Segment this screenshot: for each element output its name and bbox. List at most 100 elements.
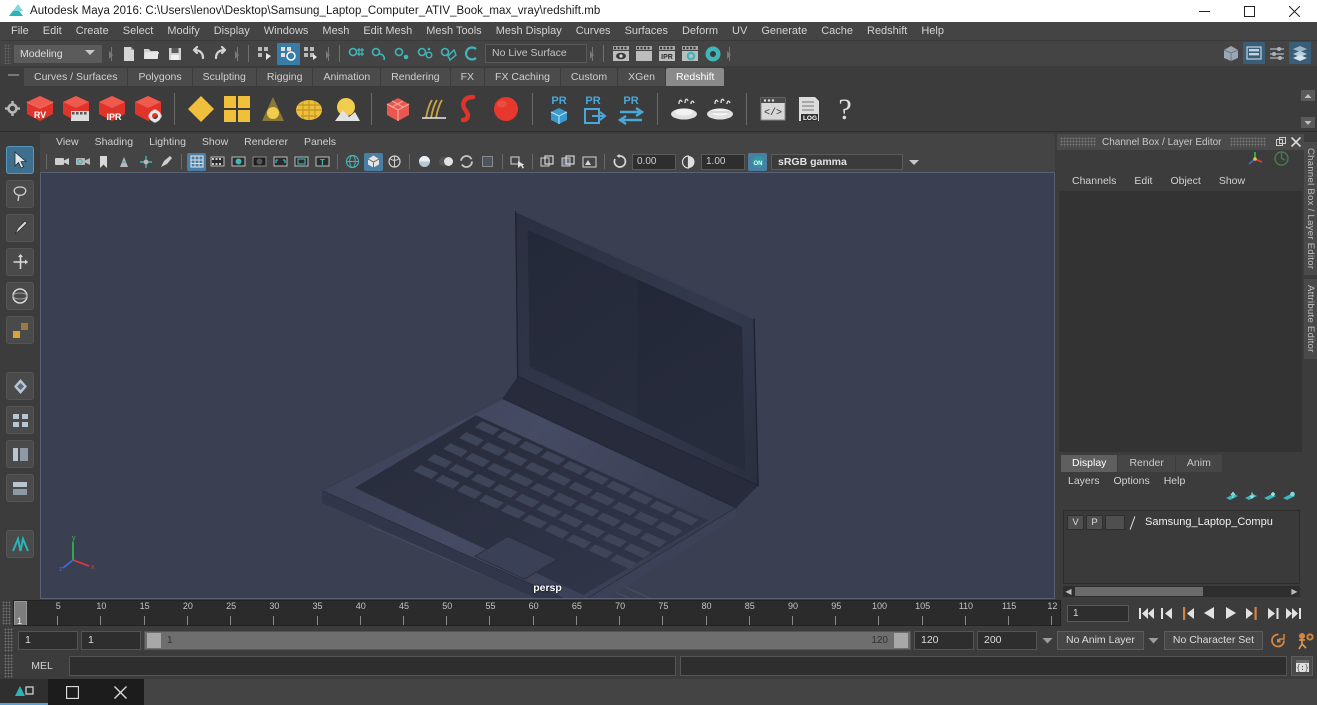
redshift-light-icon[interactable] bbox=[255, 89, 291, 129]
layer-type-toggle[interactable] bbox=[1105, 514, 1125, 530]
menu-surfaces[interactable]: Surfaces bbox=[618, 22, 675, 41]
shelf-tab-fx-caching[interactable]: FX Caching bbox=[485, 68, 560, 86]
menu-mesh[interactable]: Mesh bbox=[315, 22, 356, 41]
redshift-render-view-icon[interactable]: RV bbox=[22, 89, 58, 129]
playback-start-time-field[interactable]: 1 bbox=[81, 630, 141, 650]
menu-cache[interactable]: Cache bbox=[814, 22, 860, 41]
redshift-script-editor-icon[interactable]: </> bbox=[755, 89, 791, 129]
view-transform-dropdown-icon[interactable] bbox=[903, 154, 925, 170]
character-set-field[interactable]: No Character Set bbox=[1163, 630, 1263, 650]
menu-mesh-display[interactable]: Mesh Display bbox=[489, 22, 569, 41]
gamma-value[interactable]: 1.00 bbox=[701, 153, 745, 170]
layer-name[interactable]: Samsung_Laptop_Compu bbox=[1142, 516, 1296, 528]
anim-layer-field[interactable]: No Anim Layer bbox=[1057, 630, 1144, 650]
vtab-channel-box-layer-editor[interactable]: Channel Box / Layer Editor bbox=[1304, 142, 1317, 276]
channel-box-menu-edit[interactable]: Edit bbox=[1125, 172, 1161, 191]
play-backwards-icon[interactable] bbox=[1199, 603, 1219, 623]
undo-icon[interactable] bbox=[186, 43, 209, 65]
redshift-bake-icon[interactable] bbox=[666, 89, 702, 129]
shelf-tab-rendering[interactable]: Rendering bbox=[381, 68, 450, 86]
maya-embedded-language-icon[interactable] bbox=[6, 530, 34, 558]
rotate-tool[interactable] bbox=[6, 282, 34, 310]
animation-preferences-icon[interactable] bbox=[1293, 629, 1317, 651]
channel-box-menu-object[interactable]: Object bbox=[1161, 172, 1209, 191]
play-forwards-icon[interactable] bbox=[1220, 603, 1240, 623]
shelf-tab-rigging[interactable]: Rigging bbox=[256, 68, 313, 86]
layer-menu-help[interactable]: Help bbox=[1157, 472, 1193, 490]
script-editor-icon[interactable]: {:} bbox=[1291, 656, 1313, 676]
safe-action-icon[interactable] bbox=[292, 153, 311, 171]
select-tool[interactable] bbox=[6, 146, 34, 174]
redshift-pr-object-icon[interactable]: PR bbox=[541, 89, 577, 129]
shelf-tab-redshift[interactable]: Redshift bbox=[665, 68, 725, 86]
scale-tool[interactable] bbox=[6, 316, 34, 344]
channel-box-menu-show[interactable]: Show bbox=[1210, 172, 1254, 191]
scroll-left-icon[interactable]: ◀ bbox=[1063, 586, 1074, 597]
redshift-dome-light-icon[interactable] bbox=[291, 89, 327, 129]
range-bar-left-handle[interactable] bbox=[147, 632, 161, 648]
step-forward-key-icon[interactable] bbox=[1241, 603, 1261, 623]
step-forward-frame-icon[interactable] bbox=[1262, 603, 1282, 623]
menu-edit-mesh[interactable]: Edit Mesh bbox=[356, 22, 419, 41]
menu-modify[interactable]: Modify bbox=[160, 22, 206, 41]
use-all-lights-icon[interactable] bbox=[415, 153, 434, 171]
show-hide-channel-box-icon[interactable] bbox=[1289, 42, 1311, 64]
shelf-tab-xgen[interactable]: XGen bbox=[618, 68, 665, 86]
save-scene-icon[interactable] bbox=[163, 43, 186, 65]
wireframe-icon[interactable] bbox=[343, 153, 362, 171]
no-operation-icon[interactable] bbox=[1273, 150, 1290, 172]
outliner-persp-layout[interactable] bbox=[6, 406, 34, 434]
layer-playback-toggle[interactable]: P bbox=[1086, 514, 1103, 530]
view-transform-field[interactable]: sRGB gamma bbox=[771, 153, 903, 170]
manipulator-gizmo-icon[interactable] bbox=[1246, 149, 1265, 173]
shelf-tab-polygons[interactable]: Polygons bbox=[128, 68, 192, 86]
menu-set-selector[interactable]: Modeling bbox=[14, 44, 102, 63]
close-panel-icon[interactable] bbox=[1289, 135, 1302, 148]
persp-viewport[interactable]: y x z persp bbox=[40, 172, 1055, 599]
channel-box-menu-channels[interactable]: Channels bbox=[1063, 172, 1125, 191]
redshift-bake-set-icon[interactable] bbox=[702, 89, 738, 129]
open-scene-icon[interactable] bbox=[140, 43, 163, 65]
render-settings-icon[interactable] bbox=[678, 43, 701, 65]
layer-color-swatch[interactable] bbox=[1127, 515, 1140, 530]
shelf-scroll-down-icon[interactable] bbox=[1301, 117, 1315, 128]
grease-pencil-icon[interactable] bbox=[157, 153, 176, 171]
scrollbar-thumb[interactable] bbox=[1075, 587, 1203, 596]
tab-render[interactable]: Render bbox=[1118, 455, 1175, 472]
playback-end-time-field[interactable]: 120 bbox=[914, 630, 974, 650]
show-hide-modeling-toolkit-icon[interactable] bbox=[1220, 42, 1242, 64]
menu-set-dropdown[interactable]: Modeling bbox=[14, 45, 102, 63]
menu-mesh-tools[interactable]: Mesh Tools bbox=[419, 22, 488, 41]
redshift-hair-icon[interactable] bbox=[416, 89, 452, 129]
shelf-tab-curves-surfaces[interactable]: Curves / Surfaces bbox=[24, 68, 128, 86]
minimize-button[interactable] bbox=[1182, 0, 1227, 22]
time-slider-grip[interactable] bbox=[2, 601, 11, 625]
menu-select[interactable]: Select bbox=[116, 22, 161, 41]
ipr-render-icon[interactable]: IPR bbox=[655, 43, 678, 65]
anim-layer-dropdown-icon[interactable] bbox=[1040, 631, 1054, 650]
redshift-sphere-icon[interactable] bbox=[488, 89, 524, 129]
go-to-end-icon[interactable] bbox=[1283, 603, 1303, 623]
command-language-label[interactable]: MEL bbox=[19, 660, 65, 672]
viewport-menu-renderer[interactable]: Renderer bbox=[236, 134, 296, 151]
gate-mask-icon[interactable] bbox=[250, 153, 269, 171]
shade-wireframe-icon[interactable] bbox=[385, 153, 404, 171]
redshift-pr-transfer-icon[interactable]: PR bbox=[613, 89, 649, 129]
current-frame-field[interactable]: 1 bbox=[1067, 604, 1129, 622]
menu-windows[interactable]: Windows bbox=[257, 22, 316, 41]
redshift-proxy-icon[interactable] bbox=[380, 89, 416, 129]
command-result-field[interactable] bbox=[680, 656, 1287, 676]
create-layer-from-selected-icon[interactable] bbox=[1244, 490, 1258, 508]
two-d-pan-zoom-icon[interactable] bbox=[136, 153, 155, 171]
redshift-volume-icon[interactable] bbox=[452, 89, 488, 129]
lasso-select-tool[interactable] bbox=[6, 180, 34, 208]
redshift-texture-icon[interactable] bbox=[219, 89, 255, 129]
redo-icon[interactable] bbox=[209, 43, 232, 65]
persp-graph-layout[interactable] bbox=[6, 440, 34, 468]
layer-list-scrollbar[interactable]: ◀ ▶ bbox=[1063, 586, 1300, 597]
shelf-tab-custom[interactable]: Custom bbox=[560, 68, 618, 86]
shelf-tab-sculpting[interactable]: Sculpting bbox=[192, 68, 256, 86]
safe-title-icon[interactable]: T bbox=[313, 153, 332, 171]
command-input[interactable] bbox=[69, 656, 676, 676]
four-view-layout[interactable] bbox=[6, 372, 34, 400]
